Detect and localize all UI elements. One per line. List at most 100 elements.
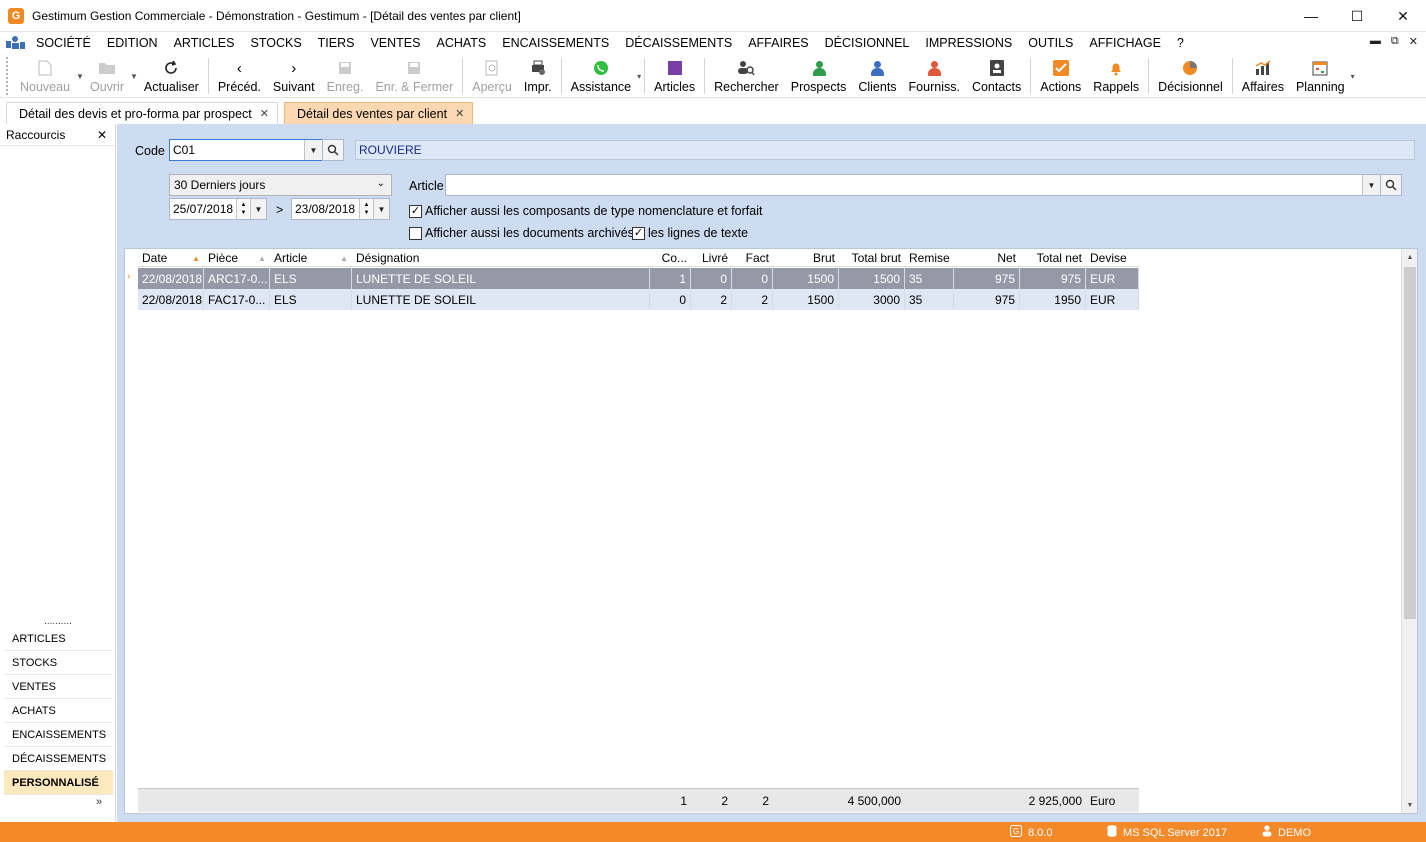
more-shortcuts-icon[interactable]: » (96, 796, 102, 808)
article-search-icon[interactable] (1380, 174, 1402, 196)
tab-close-icon[interactable]: ✕ (455, 107, 464, 120)
code-search-icon[interactable] (322, 139, 344, 161)
menu-tiers[interactable]: TIERS (310, 36, 363, 50)
enregistrer-button[interactable]: Enreg. (321, 54, 370, 96)
ouvrir-dropdown-icon[interactable]: ▼ (130, 72, 138, 81)
actualiser-button[interactable]: Actualiser (138, 54, 205, 96)
col-header-livre[interactable]: Livré (691, 249, 732, 267)
maximize-button[interactable]: ☐ (1334, 0, 1380, 32)
col-header-remise[interactable]: Remise (905, 249, 954, 267)
planning-button[interactable]: Planning (1290, 54, 1351, 96)
minimize-button[interactable]: — (1288, 0, 1334, 32)
scrollbar-thumb[interactable] (1404, 267, 1416, 619)
archives-checkbox[interactable]: Afficher aussi les documents archivés (409, 226, 634, 240)
nouveau-dropdown-icon[interactable]: ▼ (76, 72, 84, 81)
suivant-button[interactable]: › Suivant (267, 54, 321, 96)
date-to-input[interactable]: 23/08/2018 ▲ ▼ ▼ (291, 198, 390, 220)
col-header-article[interactable]: Article ▲ (270, 249, 352, 267)
col-header-fact[interactable]: Fact (732, 249, 773, 267)
shortcut-group-stocks[interactable]: STOCKS (4, 651, 113, 675)
menu-affichage[interactable]: AFFICHAGE (1081, 36, 1169, 50)
enregistrer-fermer-button[interactable]: Enr. & Fermer (369, 54, 459, 96)
menu-decaissements[interactable]: DÉCAISSEMENTS (617, 36, 740, 50)
col-header-piece[interactable]: Pièce ▲ (204, 249, 270, 267)
code-input[interactable]: C01 ▼ (169, 139, 323, 161)
tab-devis-prospect[interactable]: Détail des devis et pro-forma par prospe… (6, 102, 278, 124)
col-header-date[interactable]: Date ▲ (138, 249, 204, 267)
article-input[interactable]: ▼ (445, 174, 1381, 196)
shortcut-group-ventes[interactable]: VENTES (4, 675, 113, 699)
menu-stocks[interactable]: STOCKS (242, 36, 309, 50)
menu-articles[interactable]: ARTICLES (166, 36, 243, 50)
home-icon[interactable] (6, 35, 28, 51)
lignes-texte-checkbox[interactable]: ✓ les lignes de texte (632, 226, 748, 240)
menu-outils[interactable]: OUTILS (1020, 36, 1081, 50)
composants-checkbox[interactable]: ✓ Afficher aussi les composants de type … (409, 204, 762, 218)
table-row[interactable]: 22/08/2018 ARC17-0... ELS LUNETTE DE SOL… (138, 268, 1139, 289)
menu-achats[interactable]: ACHATS (428, 36, 494, 50)
col-header-devise[interactable]: Devise (1086, 249, 1139, 267)
shortcuts-close-icon[interactable]: ✕ (97, 128, 107, 142)
apercu-button[interactable]: Aperçu (466, 54, 518, 96)
tab-ventes-client[interactable]: Détail des ventes par client ✕ (283, 102, 474, 124)
tab-close-icon[interactable]: ✕ (260, 107, 269, 120)
date-from-input[interactable]: 25/07/2018 ▲ ▼ ▼ (169, 198, 267, 220)
col-header-designation[interactable]: Désignation (352, 249, 650, 267)
checkbox-orange-icon (1052, 59, 1070, 77)
toolbar-overflow-icon[interactable]: ▾ (1351, 72, 1355, 81)
assistance-button[interactable]: Assistance (565, 54, 637, 96)
grid-vertical-scrollbar[interactable]: ▲ ▼ (1401, 249, 1417, 813)
menu-impressions[interactable]: IMPRESSIONS (917, 36, 1020, 50)
clients-button[interactable]: Clients (852, 54, 902, 96)
fournisseurs-button[interactable]: Fourniss. (903, 54, 966, 96)
period-select[interactable]: 30 Derniers jours ⌄ (169, 174, 392, 196)
col-header-brut[interactable]: Brut (773, 249, 839, 267)
menu-affaires[interactable]: AFFAIRES (740, 36, 816, 50)
mdi-restore-button[interactable]: ⧉ (1391, 35, 1399, 48)
prospects-button[interactable]: Prospects (785, 54, 853, 96)
imprimer-button[interactable]: Impr. (518, 54, 558, 96)
shortcut-group-personnalise[interactable]: PERSONNALISÉ (4, 771, 113, 795)
nouveau-button[interactable]: Nouveau (14, 54, 76, 96)
scroll-down-icon[interactable]: ▼ (1402, 797, 1418, 813)
date-from-calendar-dropdown-icon[interactable]: ▼ (250, 199, 266, 219)
decisionnel-button[interactable]: Décisionnel (1152, 54, 1229, 96)
col-header-commande[interactable]: Co... (650, 249, 691, 267)
shortcut-group-encaissements[interactable]: ENCAISSEMENTS (4, 723, 113, 747)
date-to-spinner-icon[interactable]: ▲ ▼ (359, 199, 373, 219)
affaires-button[interactable]: Affaires (1236, 54, 1290, 96)
actions-button[interactable]: Actions (1034, 54, 1087, 96)
menu-edition[interactable]: EDITION (99, 36, 166, 50)
table-row[interactable]: 22/08/2018 FAC17-0... ELS LUNETTE DE SOL… (138, 289, 1139, 310)
mdi-close-button[interactable]: ✕ (1409, 35, 1418, 48)
supplier-person-icon (925, 59, 943, 77)
rechercher-button[interactable]: Rechercher (708, 54, 785, 96)
assistance-dropdown-icon[interactable]: ▾ (637, 72, 641, 81)
ouvrir-button[interactable]: Ouvrir (84, 54, 130, 96)
close-button[interactable]: ✕ (1380, 0, 1426, 32)
col-header-total-net[interactable]: Total net (1020, 249, 1086, 267)
shortcut-group-achats[interactable]: ACHATS (4, 699, 113, 723)
mdi-minimize-button[interactable]: ▬ (1370, 35, 1381, 48)
article-dropdown-icon[interactable]: ▼ (1362, 175, 1380, 195)
menu-ventes[interactable]: VENTES (362, 36, 428, 50)
menu-help[interactable]: ? (1169, 36, 1192, 50)
splitter-handle[interactable]: .......... (0, 616, 116, 627)
code-dropdown-icon[interactable]: ▼ (304, 140, 322, 160)
precedent-button[interactable]: ‹ Précéd. (212, 54, 267, 96)
col-header-total-brut[interactable]: Total brut (839, 249, 905, 267)
scroll-up-icon[interactable]: ▲ (1402, 249, 1418, 265)
contacts-button[interactable]: Contacts (966, 54, 1027, 96)
shortcut-group-decaissements[interactable]: DÉCAISSEMENTS (4, 747, 113, 771)
chevron-down-icon: ⌄ (376, 178, 385, 189)
date-from-spinner-icon[interactable]: ▲ ▼ (236, 199, 250, 219)
date-to-calendar-dropdown-icon[interactable]: ▼ (373, 199, 389, 219)
articles-button[interactable]: Articles (648, 54, 701, 96)
toolbar-grip[interactable] (6, 57, 12, 95)
shortcut-group-articles[interactable]: ARTICLES (4, 627, 113, 651)
menu-encaissements[interactable]: ENCAISSEMENTS (494, 36, 617, 50)
rappels-button[interactable]: Rappels (1087, 54, 1145, 96)
menu-decisionnel[interactable]: DÉCISIONNEL (817, 36, 918, 50)
menu-societe[interactable]: SOCIÉTÉ (28, 36, 99, 50)
col-header-net[interactable]: Net (954, 249, 1020, 267)
